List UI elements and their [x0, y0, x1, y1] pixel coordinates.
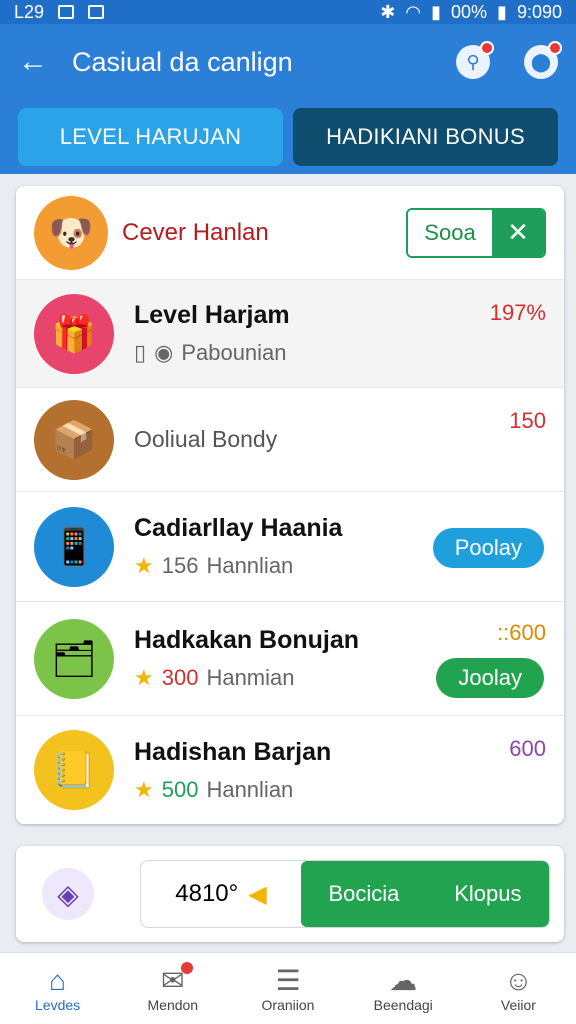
bluetooth-icon: ✱	[380, 1, 396, 22]
nav-veiior[interactable]: ☺ Veiior	[461, 953, 576, 1024]
item-title: Hadkakan Bonujan	[134, 626, 360, 654]
bell-icon: ☁	[389, 965, 418, 996]
nav-oraniion[interactable]: ☰ Oraniion	[230, 953, 345, 1024]
list-item[interactable]: 📦 Ooliual Bondy 150	[16, 388, 564, 492]
notification-badge	[480, 41, 494, 55]
play-button[interactable]: Poolay	[432, 528, 544, 568]
tablet-icon: 📱	[34, 506, 114, 587]
target-icon: ◉	[154, 340, 174, 365]
klopus-button[interactable]: Klopus	[454, 881, 521, 907]
item-value: 197%	[489, 300, 546, 325]
main-card: 🐶 Cever Hanlan Sooa ✕ 🎁 Level Harjam ▯ ◉…	[16, 186, 564, 824]
balance: 4810° ◀	[175, 880, 267, 908]
card-header: 🐶 Cever Hanlan Sooa ✕	[16, 186, 564, 280]
list-item[interactable]: 🎁 Level Harjam ▯ ◉ Pabounian 197%	[16, 280, 564, 388]
dog-avatar-icon: 🐶	[34, 195, 108, 270]
tab-level[interactable]: LEVEL HARUJAN	[18, 108, 283, 166]
inbox-icon: ✉	[161, 962, 193, 997]
location-pin-icon[interactable]: ⬤	[524, 41, 562, 79]
notepad-icon: 📒	[34, 730, 114, 810]
nav-levdes[interactable]: ⌂ Levdes	[0, 953, 115, 1024]
image-icon	[58, 5, 75, 19]
nav-beendagi[interactable]: ☁ Beendagi	[346, 953, 461, 1024]
item-title: Level Harjam	[134, 301, 290, 329]
phone-icon: ▯	[134, 340, 147, 365]
item-subtitle: Ooliual Bondy	[134, 426, 278, 452]
status-bar: L29 ✱ ◠ ▮ 00% ▮ 9:090	[0, 0, 576, 24]
star-icon: ★	[134, 553, 154, 578]
item-value: 150	[509, 408, 546, 433]
star-icon: ★	[134, 665, 154, 690]
battery-icon: ▮	[497, 1, 507, 22]
status-text: L29	[14, 1, 45, 22]
wifi-icon: ◠	[405, 1, 422, 22]
action-panel: 4810° ◀ Bocicia Klopus	[140, 860, 550, 928]
list-item[interactable]: 📱 Cadiarllay Haania ★ 156 Hannlian Poola…	[16, 492, 564, 602]
tab-bar: LEVEL HARUJAN HADIKIANI BONUS	[0, 100, 576, 174]
notification-badge	[180, 962, 193, 974]
item-subtitle: ▯ ◉ Pabounian	[134, 340, 287, 365]
header-name: Cever Hanlan	[122, 218, 269, 246]
bottom-nav: ⌂ Levdes ✉ Mendon ☰ Oraniion ☁ Beendagi …	[0, 952, 576, 1024]
action-buttons: Bocicia Klopus	[301, 861, 549, 927]
battery-text: 00%	[451, 1, 488, 22]
list-icon: ☰	[275, 965, 301, 996]
card-icon: 🗂	[34, 618, 114, 699]
bocicia-button[interactable]: Bocicia	[328, 881, 399, 907]
back-arrow-icon[interactable]: ←	[18, 45, 58, 79]
tab-bonus[interactable]: HADIKIANI BONUS	[293, 108, 558, 166]
page-title: Casiual da canlign	[72, 46, 293, 77]
star-icon: ★	[134, 776, 154, 802]
item-subtitle: ★ 500 Hannlian	[134, 776, 294, 802]
close-icon[interactable]: ✕	[492, 209, 544, 256]
item-value: ::600	[497, 620, 546, 645]
notification-badge	[548, 41, 562, 55]
user-icon: ☺	[504, 964, 533, 996]
gift-icon: 🎁	[34, 293, 114, 374]
nav-mendon[interactable]: ✉ Mendon	[115, 953, 230, 1024]
signal-icon: ▮	[431, 1, 442, 22]
clock: 9:090	[516, 1, 562, 22]
notification-icon	[88, 5, 105, 19]
list-item[interactable]: 📒 Hadishan Barjan ★ 500 Hannlian 600	[16, 716, 564, 824]
home-icon: ⌂	[49, 964, 67, 996]
item-title: Hadishan Barjan	[134, 737, 332, 766]
cursor-icon: ◀	[248, 880, 267, 908]
app-bar: ← Casiual da canlign ⚲ ⬤	[0, 24, 576, 100]
search-icon[interactable]: ⚲	[456, 41, 494, 79]
box-icon: 📦	[34, 399, 114, 480]
toggle-label[interactable]: Sooa	[408, 209, 492, 256]
action-bar: ◈ 4810° ◀ Bocicia Klopus	[16, 846, 564, 942]
list-item[interactable]: 🗂 Hadkakan Bonujan ★ 300 Hanmian ::600 J…	[16, 602, 564, 716]
mode-toggle[interactable]: Sooa ✕	[406, 207, 546, 258]
compass-icon[interactable]: ◈	[42, 868, 94, 920]
play-button[interactable]: Joolay	[436, 658, 544, 698]
item-value: 600	[509, 736, 546, 761]
